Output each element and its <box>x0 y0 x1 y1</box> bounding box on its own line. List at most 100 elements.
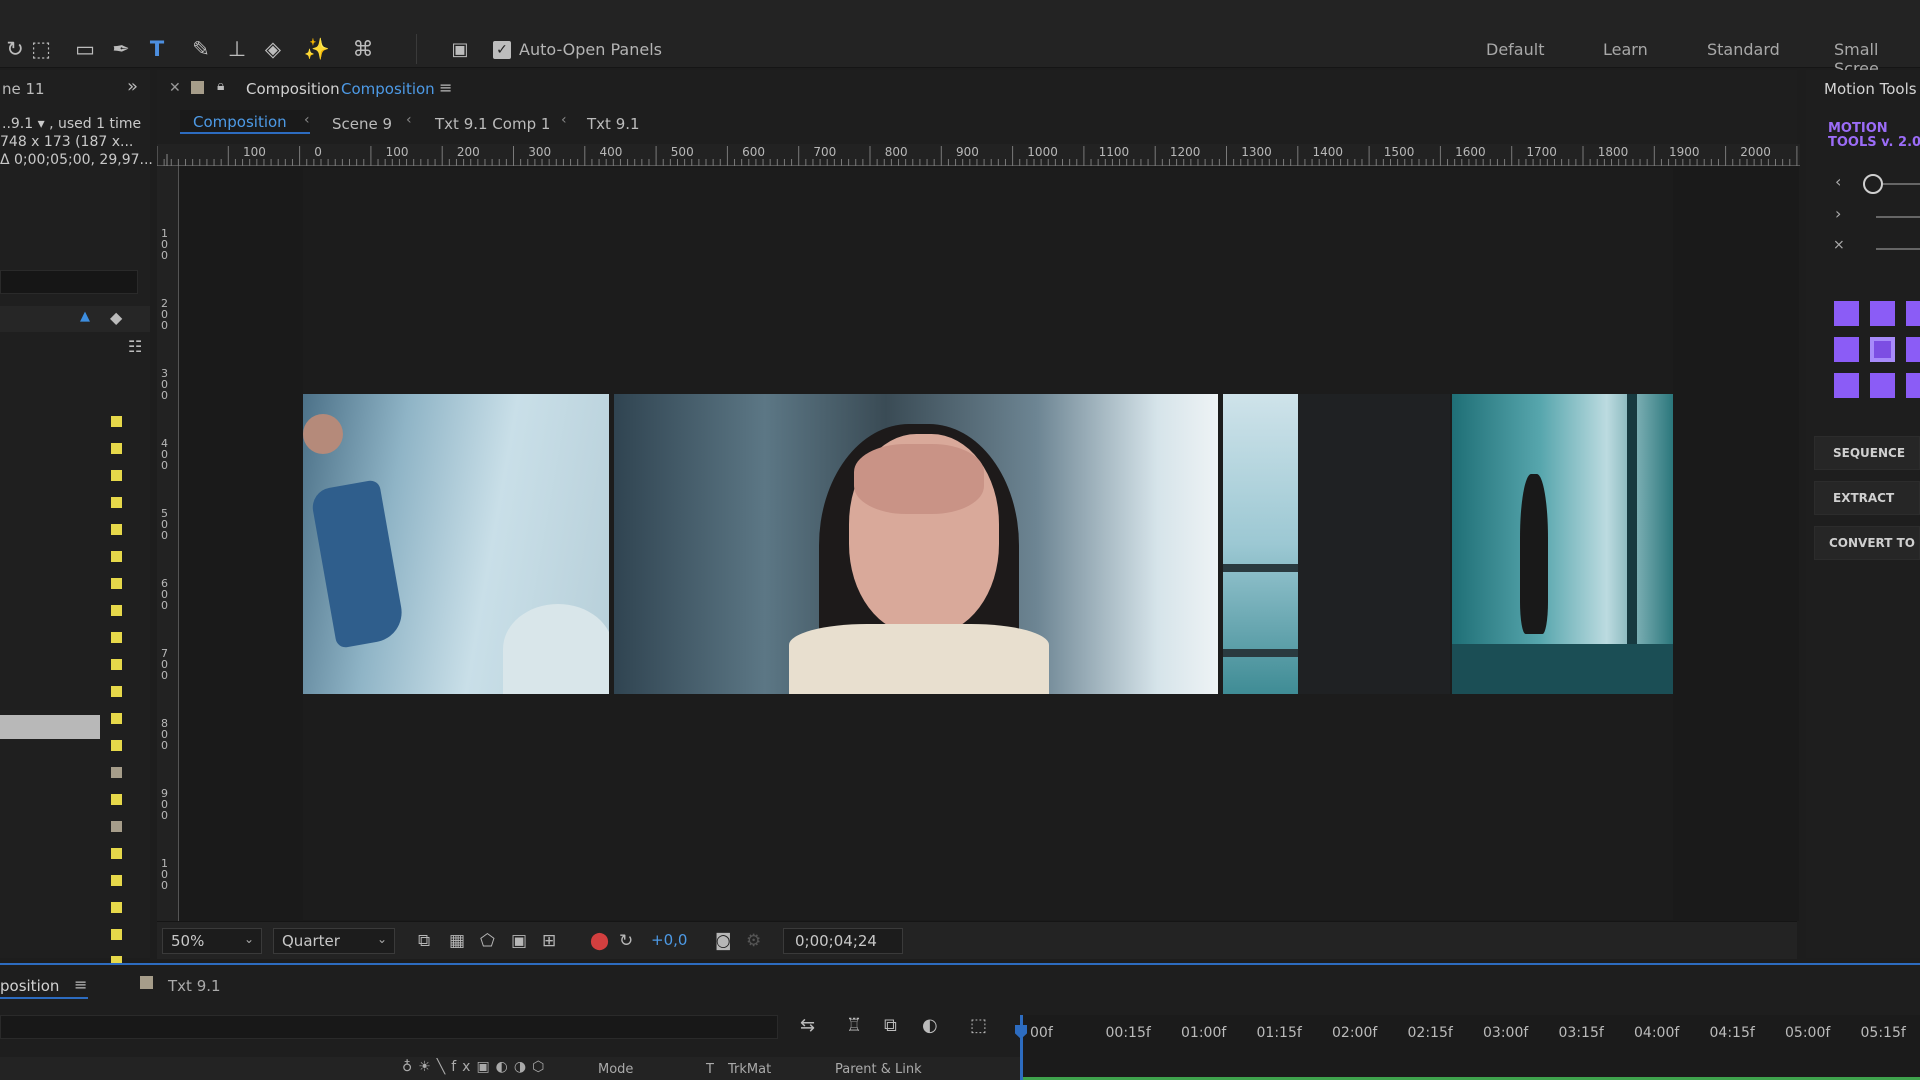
color-channels-icon[interactable]: ⬤ <box>590 931 609 951</box>
resolution-dropdown[interactable]: Quarter ⌄ <box>273 928 395 954</box>
extract-button[interactable]: EXTRACT <box>1814 481 1920 515</box>
composition-flowchart-icon[interactable]: ⇆ <box>800 1015 815 1036</box>
window-frame <box>1627 394 1637 644</box>
pen-tool-icon[interactable]: ✒ <box>106 34 136 64</box>
anchor-bottom-right[interactable] <box>1906 373 1920 398</box>
project-info-size: 748 x 173 (187 x... <box>0 134 134 150</box>
label-color-swatch <box>111 767 122 778</box>
breadcrumb-composition[interactable]: Composition <box>193 113 287 131</box>
anchor-middle-right[interactable] <box>1906 337 1920 362</box>
anchor-middle-left[interactable] <box>1834 337 1859 362</box>
convert-to-shape-button[interactable]: CONVERT TO SH <box>1814 526 1920 560</box>
breadcrumb-chevron-icon: ‹ <box>304 112 310 128</box>
slider-knob[interactable] <box>1863 174 1883 194</box>
reset-exposure-icon[interactable]: ↻ <box>619 931 633 951</box>
timeline-search-input[interactable] <box>0 1015 778 1039</box>
roto-brush-tool-icon[interactable]: ✨ <box>302 34 332 64</box>
auto-open-panels-label: Auto-Open Panels <box>519 40 662 59</box>
clone-stamp-tool-icon[interactable]: ⊥ <box>222 34 252 64</box>
comp-tab-name[interactable]: Composition <box>341 80 435 98</box>
zoom-dropdown[interactable]: 50% ⌄ <box>162 928 262 954</box>
ruler-h-tick-label: 1400 <box>1312 145 1344 159</box>
toolbar-divider <box>416 34 417 64</box>
time-tick-label: 03:00f <box>1483 1025 1529 1041</box>
close-tab-icon[interactable]: ✕ <box>169 80 181 96</box>
snapping-icon[interactable]: ▣ <box>445 34 475 64</box>
fast-preview-icon[interactable]: ⧉ <box>418 931 430 951</box>
breadcrumb-scene[interactable]: Scene 9 <box>332 115 392 133</box>
ruler-v-tick-label: 8 0 0 <box>161 717 168 752</box>
breadcrumb-active[interactable]: Composition <box>180 110 310 134</box>
label-color-swatch <box>111 551 122 562</box>
label-color-swatch <box>111 470 122 481</box>
panel-menu-icon[interactable]: ≡ <box>439 78 452 97</box>
eraser-tool-icon[interactable]: ◈ <box>258 34 288 64</box>
show-snapshot-icon[interactable]: ⚙ <box>746 931 761 951</box>
exposure-value[interactable]: +0,0 <box>651 931 687 949</box>
label-color-swatch <box>111 443 122 454</box>
ruler-h-tick-label: 900 <box>956 145 979 159</box>
timeline-tab-composition[interactable]: position <box>0 977 59 995</box>
timeline-tab-txt[interactable]: Txt 9.1 <box>168 977 221 995</box>
panel-expand-icon[interactable]: » <box>127 76 138 97</box>
ruler-h-tick-label: 2000 <box>1740 145 1771 159</box>
panel-menu-icon[interactable]: ≡ <box>74 975 87 994</box>
chevron-left-icon[interactable]: ‹ <box>1835 172 1841 191</box>
project-search-input[interactable] <box>0 270 138 294</box>
video-frame-dancer <box>303 394 609 694</box>
time-tick-label: 03:15f <box>1558 1025 1604 1041</box>
video-frame-window-strip <box>1223 394 1298 694</box>
lock-icon[interactable]: 🔒︎ <box>217 78 224 94</box>
label-color-swatch <box>111 740 122 751</box>
anchor-center[interactable] <box>1870 337 1895 362</box>
rectangle-tool-icon[interactable]: ▭ <box>70 34 100 64</box>
current-time-indicator[interactable] <box>1020 1015 1023 1080</box>
label-color-swatch <box>111 929 122 940</box>
puppet-pin-tool-icon[interactable]: ⌘ <box>348 34 378 64</box>
graph-editor-icon[interactable]: ⬚ <box>970 1015 987 1036</box>
layer-switches-icons[interactable]: ♁☀╲fx▣◐◑⬡ <box>402 1059 550 1075</box>
auto-open-panels-checkbox[interactable]: ✓ <box>493 41 511 59</box>
motion-blur-icon[interactable]: ◐ <box>922 1015 938 1036</box>
anchor-top-right[interactable] <box>1906 301 1920 326</box>
region-of-interest-icon[interactable]: ▣ <box>511 931 527 951</box>
t-column-header[interactable]: T <box>706 1062 714 1077</box>
current-time-display[interactable]: 0;00;04;24 <box>783 928 903 954</box>
time-tick-label: 00f <box>1030 1025 1053 1041</box>
anchor-top-center[interactable] <box>1870 301 1895 326</box>
mask-visibility-icon[interactable]: ⬠ <box>480 931 495 951</box>
time-tick-label: 04:15f <box>1709 1025 1755 1041</box>
camera-tool-icon[interactable]: ⬚ <box>26 34 56 64</box>
ruler-h-tick-label: 1100 <box>1098 145 1130 159</box>
ease-icon[interactable]: ⨯ <box>1833 237 1845 253</box>
workspace-learn[interactable]: Learn <box>1603 40 1648 59</box>
shy-layers-icon[interactable]: ♖ <box>846 1015 862 1036</box>
ruler-h-tick-label: 1900 <box>1669 145 1700 159</box>
type-tool-icon[interactable]: T <box>142 34 172 64</box>
anchor-bottom-left[interactable] <box>1834 373 1859 398</box>
trkmat-column-header[interactable]: TrkMat <box>728 1062 771 1077</box>
transparency-grid-icon[interactable]: ▦ <box>449 931 465 951</box>
playhead-handle[interactable] <box>1015 1025 1027 1039</box>
time-tick-label: 02:00f <box>1332 1025 1378 1041</box>
anchor-bottom-center[interactable] <box>1870 373 1895 398</box>
parent-column-header[interactable]: Parent & Link <box>835 1062 922 1077</box>
floor <box>1452 644 1673 694</box>
guides-icon[interactable]: ⊞ <box>542 931 556 951</box>
ruler-h-tick-label: 1600 <box>1455 145 1486 159</box>
brush-tool-icon[interactable]: ✎ <box>186 34 216 64</box>
frame-blending-icon[interactable]: ⧉ <box>884 1015 897 1036</box>
snapshot-camera-icon[interactable]: ◙ <box>715 931 732 951</box>
project-tab-label[interactable]: ne 11 <box>2 80 45 98</box>
breadcrumb-txt-comp[interactable]: Txt 9.1 Comp 1 <box>435 115 550 133</box>
workspace-default[interactable]: Default <box>1486 40 1544 59</box>
ruler-h-tick-label: 1200 <box>1169 145 1201 159</box>
project-panel: ne 11 » ..9.1 ▾ , used 1 time 748 x 173 … <box>0 70 153 967</box>
workspace-standard[interactable]: Standard <box>1707 40 1780 59</box>
chevron-right-icon[interactable]: › <box>1835 204 1841 223</box>
sequence-button[interactable]: SEQUENCE <box>1814 436 1920 470</box>
anchor-top-left[interactable] <box>1834 301 1859 326</box>
breadcrumb-chevron-icon: ‹ <box>561 112 567 128</box>
breadcrumb-txt[interactable]: Txt 9.1 <box>587 115 640 133</box>
mode-column-header[interactable]: Mode <box>598 1062 633 1077</box>
